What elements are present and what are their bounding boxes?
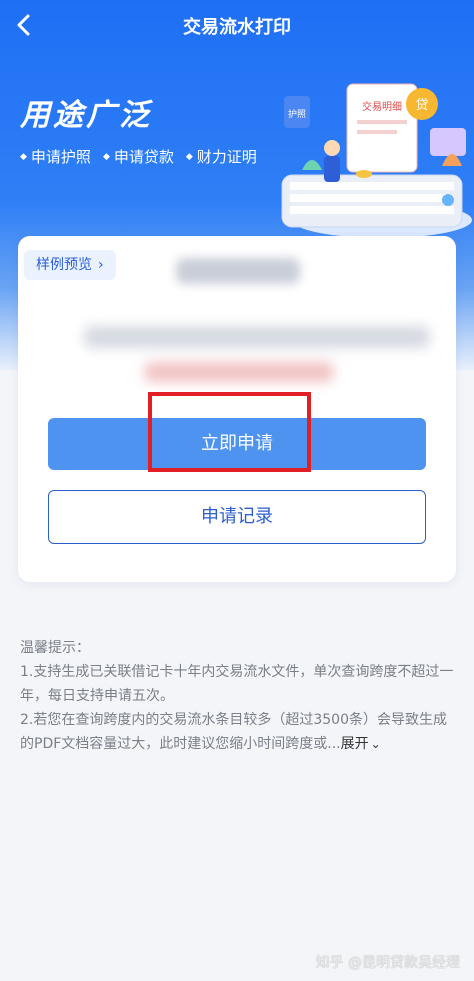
sample-preview-label: 样例预览 [36, 257, 92, 273]
tag-financial-proof: 财力证明 [186, 146, 257, 167]
application-records-button[interactable]: 申请记录 [48, 490, 426, 544]
double-chevron-down-icon: ⌄ [370, 737, 381, 751]
tag-loan: 申请贷款 [103, 146, 174, 167]
hero-title: 用途广泛 [20, 98, 152, 133]
tag-passport: 申请护照 [20, 146, 91, 167]
tips-title: 温馨提示： [20, 640, 90, 656]
top-bar: 交易流水打印 [0, 0, 474, 52]
tips-line-1: 1.支持生成已关联借记卡十年内交易流水文件，单次查询跨度不超过一年，每日支持申请… [20, 664, 454, 704]
blurred-account-details [84, 326, 430, 348]
expand-label: 展开 [340, 736, 369, 752]
blurred-notice [144, 362, 334, 382]
illustration-statement-text: 交易明细 [362, 100, 402, 113]
illustration-passport-text: 护照 [288, 108, 306, 120]
expand-button[interactable]: 展开 ⌄ [341, 736, 381, 752]
highlight-box [148, 392, 311, 472]
watermark: 知乎 @昆明贷款吴经理 [315, 955, 460, 971]
illustration-loan-text: 贷 [415, 98, 428, 113]
tips-section: 温馨提示： 1.支持生成已关联借记卡十年内交易流水文件，单次查询跨度不超过一年，… [20, 636, 460, 756]
hero-illustration: 交易明细 护照 贷 [281, 83, 472, 238]
sample-preview-button[interactable]: 样例预览 › [24, 250, 116, 280]
blurred-account-name [176, 258, 300, 284]
chevron-right-icon: › [98, 257, 104, 273]
tips-line-2: 2.若您在查询跨度内的交易流水条目较多（超过3500条）会导致生成的PDF文档容… [20, 708, 460, 756]
page-title: 交易流水打印 [183, 17, 291, 38]
tips-line-2-text: 2.若您在查询跨度内的交易流水条目较多（超过3500条）会导致生成的PDF文档容… [20, 712, 447, 752]
hero-tags: 申请护照 申请贷款 财力证明 [20, 146, 257, 167]
